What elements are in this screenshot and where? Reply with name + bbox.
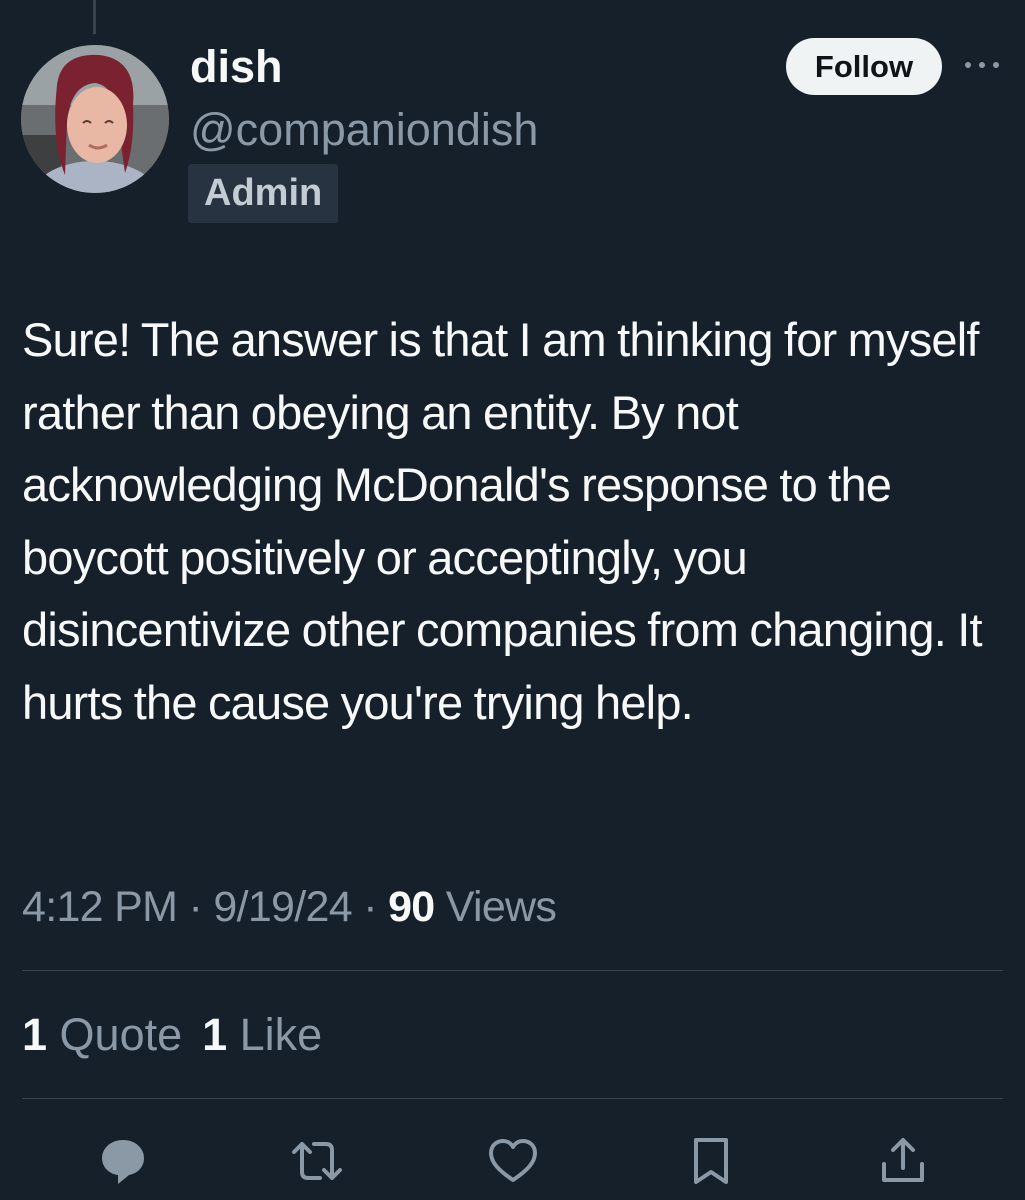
quotes-count: 1 <box>22 1009 48 1060</box>
divider <box>22 970 1003 971</box>
bookmark-icon <box>694 1138 728 1184</box>
tweet-date[interactable]: 9/19/24 <box>213 883 352 931</box>
reply-icon <box>102 1140 144 1184</box>
like-heart-icon <box>489 1139 537 1182</box>
retweet-button[interactable] <box>290 1134 344 1188</box>
tweet-time[interactable]: 4:12 PM <box>22 883 178 931</box>
like-button[interactable] <box>486 1134 540 1188</box>
divider <box>22 1098 1003 1099</box>
quotes-link[interactable]: 1 Quote <box>22 1009 182 1060</box>
quotes-label: Quote <box>47 1009 183 1060</box>
reply-button[interactable] <box>96 1134 150 1188</box>
author-handle[interactable]: @companiondish <box>190 103 538 157</box>
views-label: Views <box>434 883 557 931</box>
more-options-button[interactable] <box>958 50 1006 80</box>
engagement-stats: 1 Quote 1 Like <box>22 1008 322 1062</box>
follow-button[interactable]: Follow <box>786 38 942 95</box>
tweet-text: Sure! The answer is that I am thinking f… <box>22 313 983 729</box>
views-count: 90 <box>388 883 435 931</box>
retweet-icon <box>292 1142 342 1180</box>
likes-count: 1 <box>202 1009 228 1060</box>
meta-separator: · <box>351 883 389 931</box>
share-icon <box>882 1138 924 1182</box>
more-horizontal-icon <box>965 62 999 68</box>
profile-photo-icon <box>21 45 169 193</box>
avatar[interactable] <box>21 45 169 193</box>
meta-separator: · <box>177 883 214 931</box>
likes-label: Like <box>227 1009 323 1060</box>
share-button[interactable] <box>876 1134 930 1188</box>
likes-link[interactable]: 1 Like <box>202 1009 322 1060</box>
affiliation-badge: Admin <box>188 164 339 223</box>
thread-connector-line <box>93 0 96 34</box>
bookmark-button[interactable] <box>684 1134 738 1188</box>
author-display-name[interactable]: dish <box>190 40 283 94</box>
tweet-metadata: 4:12 PM · 9/19/24 · 90 Views <box>22 880 557 934</box>
